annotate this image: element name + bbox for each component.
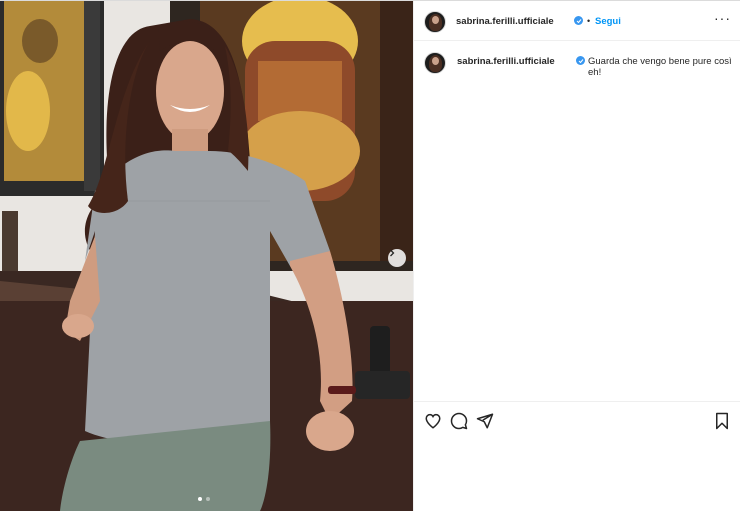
caption-avatar[interactable] [424, 52, 446, 74]
slide-dot [206, 497, 210, 501]
slide-indicator [198, 497, 210, 501]
post-side-panel: sabrina.ferilli.ufficiale • Segui ··· sa… [413, 1, 740, 511]
post-photo [0, 1, 413, 511]
caption-text: Guarda che vengo bene pure così eh! [588, 56, 732, 78]
post-modal: sabrina.ferilli.ufficiale • Segui ··· sa… [0, 0, 740, 511]
header-separator: • [587, 16, 591, 26]
bookmark-icon[interactable] [714, 412, 730, 435]
avatar[interactable] [424, 11, 446, 33]
caption-username[interactable]: sabrina.ferilli.ufficiale [457, 56, 555, 67]
next-slide-button[interactable] [388, 249, 406, 267]
post-header: sabrina.ferilli.ufficiale • Segui ··· [414, 1, 740, 41]
author-username[interactable]: sabrina.ferilli.ufficiale [456, 16, 554, 27]
more-options-icon[interactable]: ··· [714, 11, 731, 25]
post-media[interactable] [0, 1, 413, 511]
heart-icon[interactable] [424, 412, 442, 435]
action-bar [414, 401, 740, 441]
share-icon[interactable] [476, 412, 494, 435]
verified-badge-icon [574, 16, 583, 25]
comment-icon[interactable] [450, 412, 468, 435]
slide-dot-active [198, 497, 202, 501]
verified-badge-icon [576, 56, 585, 65]
follow-button[interactable]: Segui [595, 16, 621, 27]
